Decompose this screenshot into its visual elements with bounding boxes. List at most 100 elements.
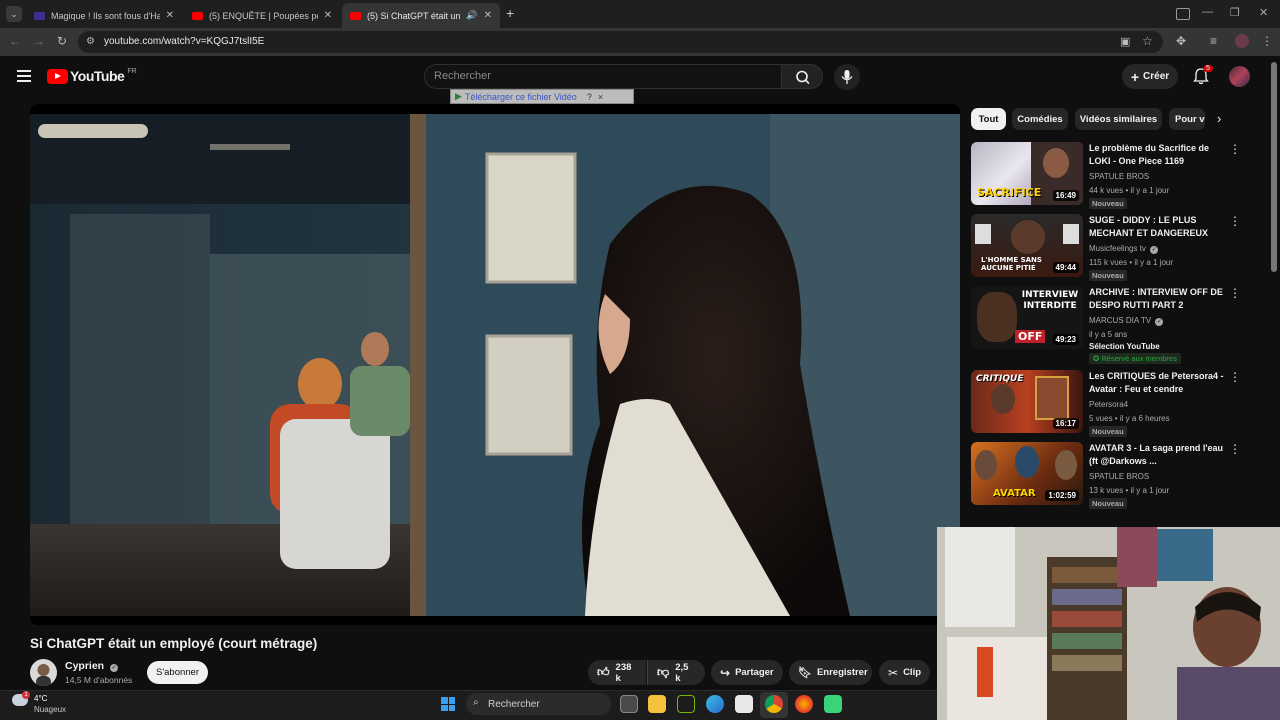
video-thumbnail[interactable]: SACRIFICE 16:49 (971, 142, 1083, 205)
recommendation-item[interactable]: L'HOMME SANS AUCUNE PITIÉ 49:44 SUGE - D… (971, 214, 1251, 281)
recommendation-channel[interactable]: Musicfeelings tv ✓ (1089, 244, 1159, 254)
chip-all[interactable]: Tout (971, 108, 1006, 130)
recommendation-item[interactable]: CRITIQUE 16:17 Les CRITIQUES de Petersor… (971, 370, 1251, 437)
video-thumbnail[interactable]: L'HOMME SANS AUCUNE PITIÉ 49:44 (971, 214, 1083, 277)
more-options-icon[interactable]: ⋮ (1229, 286, 1241, 300)
search-input[interactable]: Rechercher (434, 70, 491, 82)
video-thumbnail[interactable]: INTERVIEW INTERDITE OFF 49:23 (971, 286, 1083, 349)
chip-for-you[interactable]: Pour vous (1169, 108, 1205, 130)
recommendation-meta: 13 k vues • il y a 1 jour (1089, 486, 1170, 495)
download-label[interactable]: Télécharger ce fichier Vidéo (465, 92, 577, 102)
recommendation-channel[interactable]: SPATULE BROS (1089, 172, 1149, 181)
window-close-icon[interactable]: ✕ (1259, 6, 1268, 19)
nvidia-icon[interactable] (677, 695, 695, 713)
help-icon[interactable]: ? (587, 92, 592, 102)
recommendation-title[interactable]: Le problème du Sacrifice de LOKI - One P… (1089, 142, 1227, 168)
subscribe-button[interactable]: S'abonner (147, 661, 208, 684)
extensions-icon[interactable]: ✥ (1176, 34, 1186, 48)
maximize-icon[interactable]: ❐ (1230, 6, 1240, 19)
clip-button[interactable]: ✂ Clip (879, 660, 930, 685)
video-frame (30, 104, 960, 625)
video-player[interactable] (30, 104, 960, 625)
close-icon[interactable]: × (598, 92, 603, 102)
url-text[interactable]: youtube.com/watch?v=KQGJ7tslI5E (104, 36, 264, 47)
more-options-icon[interactable]: ⋮ (1229, 370, 1241, 384)
tab-close-icon[interactable]: ✕ (166, 10, 174, 21)
channel-name-text[interactable]: Cyprien (65, 660, 104, 672)
video-thumbnail[interactable]: CRITIQUE 16:17 (971, 370, 1083, 433)
forward-icon[interactable]: → (33, 34, 45, 48)
recommendation-item[interactable]: AVATAR 1:02:59 AVATAR 3 - La saga prend … (971, 442, 1251, 509)
channel-text[interactable]: Musicfeelings tv (1089, 244, 1146, 253)
reload-icon[interactable]: ↻ (57, 34, 67, 48)
chrome-menu-icon[interactable]: ⋮ (1261, 34, 1273, 48)
recommendation-title[interactable]: ARCHIVE : INTERVIEW OFF DE DESPO RUTTI P… (1089, 286, 1227, 312)
recommendation-channel[interactable]: SPATULE BROS (1089, 472, 1149, 481)
create-button[interactable]: + Créer (1122, 64, 1178, 89)
site-info-icon[interactable]: ⚙ (86, 36, 95, 47)
page-scrollbar[interactable] (1271, 62, 1277, 272)
scissors-icon: ✂ (888, 665, 899, 680)
channel-avatar[interactable] (30, 659, 57, 686)
voice-search-button[interactable] (834, 64, 860, 90)
recommendation-title[interactable]: SUGE - DIDDY : LE PLUS MECHANT ET DANGER… (1089, 214, 1227, 240)
cast-icon[interactable]: ▣ (1120, 35, 1130, 48)
share-button[interactable]: ↪ Partager (711, 660, 783, 685)
weather-description[interactable]: Nuageux (34, 705, 66, 714)
recommendation-item[interactable]: SACRIFICE 16:49 Le problème du Sacrifice… (971, 142, 1251, 209)
hamburger-menu-icon[interactable] (17, 70, 31, 82)
tab-chatgpt-active[interactable]: (5) Si ChatGPT était un emp 🔊 ✕ (342, 3, 500, 28)
reading-list-icon[interactable]: ≡ (1210, 34, 1217, 48)
minimize-icon[interactable]: — (1202, 6, 1213, 18)
microphone-icon (841, 70, 853, 84)
search-button[interactable] (781, 64, 823, 89)
tab-search-panel-icon[interactable] (1176, 8, 1190, 20)
recommendation-title[interactable]: Les CRITIQUES de Petersora4 - Avatar : F… (1089, 370, 1227, 396)
youtube-logo[interactable]: YouTube FR (47, 68, 137, 84)
task-view-icon[interactable] (620, 695, 638, 713)
recommendation-item[interactable]: INTERVIEW INTERDITE OFF 49:23 ARCHIVE : … (971, 286, 1251, 366)
tab-close-icon[interactable]: ✕ (324, 10, 332, 21)
more-options-icon[interactable]: ⋮ (1229, 214, 1241, 228)
audio-playing-icon[interactable]: 🔊 (466, 10, 477, 21)
back-icon[interactable]: ← (9, 34, 21, 48)
download-video-bar[interactable]: ▶ Télécharger ce fichier Vidéo ? × (450, 89, 634, 104)
dislike-button[interactable]: 👎︎ 2,5 k (647, 660, 705, 685)
windows-start-icon[interactable] (441, 697, 455, 711)
recommendation-title[interactable]: AVATAR 3 - La saga prend l'eau (ft @Dark… (1089, 442, 1227, 468)
edge-icon[interactable] (706, 695, 724, 713)
channel-text[interactable]: MARCUS DIA TV (1089, 316, 1151, 325)
bookmark-star-icon[interactable]: ☆ (1142, 34, 1153, 48)
weather-temperature[interactable]: 4°C (34, 694, 47, 703)
store-icon[interactable] (735, 695, 753, 713)
tab-magique[interactable]: Magique ! Ils sont fous d'Harry ✕ (26, 3, 182, 28)
firefox-icon[interactable] (795, 695, 813, 713)
chrome-icon[interactable] (765, 695, 783, 713)
tab-enquete[interactable]: (5) ENQUÊTE | Poupées péd0pl ✕ (184, 3, 340, 28)
thumbnail-text-secondary: OFF (1015, 330, 1046, 343)
more-options-icon[interactable]: ⋮ (1229, 442, 1241, 456)
channel-name[interactable]: Cyprien ✓ (65, 660, 119, 672)
taskbar-search[interactable]: ⌕ Rechercher (466, 693, 611, 715)
chevron-right-icon[interactable]: › (1217, 111, 1221, 126)
tab-close-icon[interactable]: ✕ (484, 10, 492, 21)
file-explorer-icon[interactable] (648, 695, 666, 713)
more-options-icon[interactable]: ⋮ (1229, 142, 1241, 156)
tab-search-icon[interactable]: ⌄ (6, 6, 22, 22)
video-thumbnail[interactable]: AVATAR 1:02:59 (971, 442, 1083, 505)
recommendation-channel[interactable]: MARCUS DIA TV ✓ (1089, 316, 1164, 326)
thumbnail-text: CRITIQUE (976, 374, 1024, 384)
user-avatar[interactable] (1229, 66, 1250, 87)
like-button[interactable]: 👍︎ 238 k (588, 660, 646, 685)
chip-similar-videos[interactable]: Vidéos similaires (1075, 108, 1162, 130)
recommendation-meta: 44 k vues • il y a 1 jour (1089, 186, 1170, 195)
chip-comedies[interactable]: Comédies (1012, 108, 1068, 130)
notifications-button[interactable]: 5 (1192, 65, 1213, 90)
new-tab-icon[interactable]: + (506, 5, 514, 21)
app-icon[interactable] (824, 695, 842, 713)
taskbar-search-label[interactable]: Rechercher (488, 699, 540, 710)
recommendation-channel[interactable]: Petersora4 (1089, 400, 1128, 409)
profile-avatar[interactable] (1235, 34, 1249, 48)
save-button[interactable]: 🔖︎ Enregistrer (789, 660, 872, 685)
thumbs-up-icon: 👍︎ (597, 665, 610, 679)
